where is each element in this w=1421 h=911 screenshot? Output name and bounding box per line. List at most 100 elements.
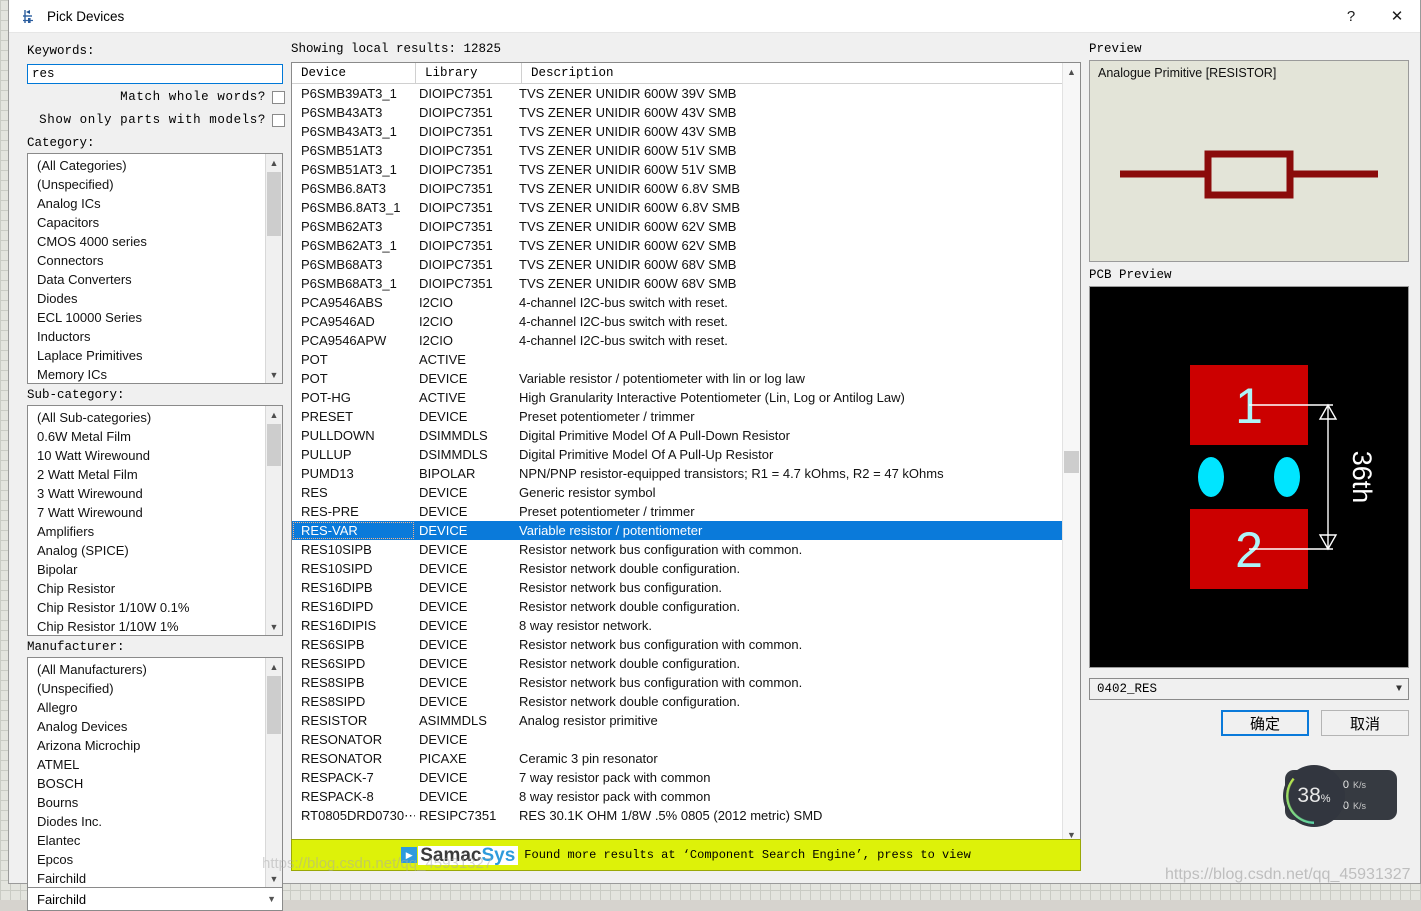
subcategory-list-item[interactable]: Bipolar xyxy=(28,560,266,579)
table-row[interactable]: RES16DIPIS DEVICE 8 way resistor network. xyxy=(292,616,1063,635)
table-row[interactable]: PUMD13 BIPOLAR NPN/PNP resistor-equipped t… xyxy=(292,464,1063,483)
subcategory-list-item[interactable]: Chip Resistor 1/10W 1% xyxy=(28,617,266,635)
table-row[interactable]: P6SMB62AT3_1 DIOIPC7351 TVS ZENER UNIDIR 6… xyxy=(292,236,1063,255)
subcategory-list-item[interactable]: Amplifiers xyxy=(28,522,266,541)
table-row[interactable]: P6SMB68AT3 DIOIPC7351 TVS ZENER UNIDIR 600… xyxy=(292,255,1063,274)
manufacturer-list-item[interactable]: (All Manufacturers) xyxy=(28,660,266,679)
manufacturer-list-item[interactable]: BOSCH xyxy=(28,774,266,793)
show-only-with-models-row[interactable]: Show only parts with models? xyxy=(21,113,285,127)
table-row[interactable]: RESONATOR PICAXE Ceramic 3 pin resonator xyxy=(292,749,1063,768)
category-list-item[interactable]: ECL 10000 Series xyxy=(28,308,266,327)
manufacturer-overflow-row[interactable]: Fairchild ▼ xyxy=(27,887,283,911)
chevron-down-icon[interactable]: ▼ xyxy=(266,618,282,635)
close-icon[interactable]: ✕ xyxy=(1374,0,1420,32)
table-row[interactable]: RES16DIPD DEVICE Resistor network double c… xyxy=(292,597,1063,616)
table-row[interactable]: RES-PRE DEVICE Preset potentiometer / trim… xyxy=(292,502,1063,521)
table-row[interactable]: POT DEVICE Variable resistor / potentiomet… xyxy=(292,369,1063,388)
table-row[interactable]: P6SMB39AT3_1 DIOIPC7351 TVS ZENER UNIDIR 6… xyxy=(292,84,1063,103)
subcategory-list-item[interactable]: 10 Watt Wirewound xyxy=(28,446,266,465)
subcategory-list-item[interactable]: 2 Watt Metal Film xyxy=(28,465,266,484)
table-row[interactable]: RES8SIPB DEVICE Resistor network bus confi… xyxy=(292,673,1063,692)
subcategory-list-item[interactable]: 7 Watt Wirewound xyxy=(28,503,266,522)
manufacturer-list-item[interactable]: ATMEL xyxy=(28,755,266,774)
chevron-up-icon[interactable]: ▲ xyxy=(266,406,282,423)
results-table[interactable]: Device Library Description P6SMB39AT3_1 D… xyxy=(291,62,1081,862)
manufacturer-list-item[interactable]: Diodes Inc. xyxy=(28,812,266,831)
category-list-item[interactable]: Memory ICs xyxy=(28,365,266,383)
table-row[interactable]: PCA9546ABS I2CIO 4-channel I2C-bus switch … xyxy=(292,293,1063,312)
category-list-item[interactable]: Data Converters xyxy=(28,270,266,289)
results-vertical-scrollbar[interactable]: ▲ ▼ xyxy=(1062,63,1080,843)
category-list-item[interactable]: Inductors xyxy=(28,327,266,346)
scrollbar-thumb[interactable] xyxy=(267,676,281,734)
table-row[interactable]: PULLDOWN DSIMMDLS Digital Primitive Model … xyxy=(292,426,1063,445)
scrollbar-thumb[interactable] xyxy=(267,424,281,466)
subcategory-list[interactable]: (All Sub-categories) 0.6W Metal Film 10 Wa… xyxy=(27,405,283,636)
subcategory-list-item[interactable]: Chip Resistor xyxy=(28,579,266,598)
manufacturer-list-item[interactable]: Elantec xyxy=(28,831,266,850)
table-row[interactable]: PULLUP DSIMMDLS Digital Primitive Model Of… xyxy=(292,445,1063,464)
table-row[interactable]: PRESET DEVICE Preset potentiometer / trimm… xyxy=(292,407,1063,426)
table-row[interactable]: P6SMB6.8AT3_1 DIOIPC7351 TVS ZENER UNIDIR … xyxy=(292,198,1063,217)
package-select[interactable]: 0402_RES ▼ xyxy=(1089,678,1409,700)
table-row[interactable]: PCA9546APW I2CIO 4-channel I2C-bus switch … xyxy=(292,331,1063,350)
table-row[interactable]: RES-VAR DEVICE Variable resistor / potenti… xyxy=(292,521,1063,540)
manufacturer-list-item[interactable]: Allegro xyxy=(28,698,266,717)
table-row[interactable]: RES6SIPD DEVICE Resistor network double co… xyxy=(292,654,1063,673)
manufacturer-list-item[interactable]: Epcos xyxy=(28,850,266,869)
table-row[interactable]: RES16DIPB DEVICE Resistor network bus conf… xyxy=(292,578,1063,597)
help-button[interactable]: ? xyxy=(1328,0,1374,32)
category-list-item[interactable]: Laplace Primitives xyxy=(28,346,266,365)
chevron-up-icon[interactable]: ▲ xyxy=(266,658,282,675)
match-whole-words-checkbox[interactable] xyxy=(272,90,285,104)
table-row[interactable]: P6SMB62AT3 DIOIPC7351 TVS ZENER UNIDIR 600… xyxy=(292,217,1063,236)
table-row[interactable]: RES8SIPD DEVICE Resistor network double co… xyxy=(292,692,1063,711)
table-row[interactable]: RES10SIPB DEVICE Resistor network bus conf… xyxy=(292,540,1063,559)
manufacturer-list-item[interactable]: (Unspecified) xyxy=(28,679,266,698)
table-row[interactable]: P6SMB6.8AT3 DIOIPC7351 TVS ZENER UNIDIR 60… xyxy=(292,179,1063,198)
subcategory-list-item[interactable]: Chip Resistor 1/10W 0.1% xyxy=(28,598,266,617)
column-header-description[interactable]: Description xyxy=(521,63,1063,83)
manufacturer-list-item[interactable]: Fairchild xyxy=(28,869,266,887)
scrollbar-thumb[interactable] xyxy=(267,172,281,236)
subcategory-list-item[interactable]: 0.6W Metal Film xyxy=(28,427,266,446)
chevron-down-icon[interactable]: ▼ xyxy=(266,870,282,887)
manufacturer-list[interactable]: (All Manufacturers) (Unspecified) Allegro A… xyxy=(27,657,283,888)
chevron-up-icon[interactable]: ▲ xyxy=(1063,63,1080,80)
category-list-item[interactable]: Connectors xyxy=(28,251,266,270)
show-only-with-models-checkbox[interactable] xyxy=(272,113,285,127)
table-row[interactable]: RESISTOR ASIMMDLS Analog resistor primitiv… xyxy=(292,711,1063,730)
subcategory-list-item[interactable]: 3 Watt Wirewound xyxy=(28,484,266,503)
match-whole-words-row[interactable]: Match whole words? xyxy=(21,90,285,104)
table-row[interactable]: RES10SIPD DEVICE Resistor network double c… xyxy=(292,559,1063,578)
category-list-item[interactable]: Analog ICs xyxy=(28,194,266,213)
subcategory-list-item[interactable]: (All Sub-categories) xyxy=(28,408,266,427)
table-row[interactable]: RES DEVICE Generic resistor symbol xyxy=(292,483,1063,502)
cancel-button[interactable]: 取消 xyxy=(1321,710,1409,736)
chevron-down-icon[interactable]: ▼ xyxy=(266,366,282,383)
column-header-library[interactable]: Library xyxy=(415,63,521,83)
manufacturer-list-item[interactable]: Bourns xyxy=(28,793,266,812)
manufacturer-list-item[interactable]: Analog Devices xyxy=(28,717,266,736)
category-list-item[interactable]: (Unspecified) xyxy=(28,175,266,194)
chevron-up-icon[interactable]: ▲ xyxy=(266,154,282,171)
table-row[interactable]: P6SMB51AT3 DIOIPC7351 TVS ZENER UNIDIR 600… xyxy=(292,141,1063,160)
cpu-usage-donut[interactable]: 38% xyxy=(1283,765,1345,827)
table-row[interactable]: RT0805DRD0730⋯ RESIPC7351 RES 30.1K OHM 1/… xyxy=(292,806,1063,825)
table-row[interactable]: RESONATOR DEVICE xyxy=(292,730,1063,749)
manufacturer-list-item[interactable]: Arizona Microchip xyxy=(28,736,266,755)
table-row[interactable]: POT ACTIVE xyxy=(292,350,1063,369)
table-row[interactable]: RESPACK-8 DEVICE 8 way resistor pack with … xyxy=(292,787,1063,806)
category-list-item[interactable]: CMOS 4000 series xyxy=(28,232,266,251)
chevron-down-icon[interactable]: ▼ xyxy=(1396,684,1402,695)
subcategory-scrollbar[interactable]: ▲ ▼ xyxy=(265,406,282,635)
table-row[interactable]: POT-HG ACTIVE High Granularity Interactive… xyxy=(292,388,1063,407)
table-row[interactable]: P6SMB43AT3_1 DIOIPC7351 TVS ZENER UNIDIR 6… xyxy=(292,122,1063,141)
table-row[interactable]: P6SMB51AT3_1 DIOIPC7351 TVS ZENER UNIDIR 6… xyxy=(292,160,1063,179)
category-list[interactable]: (All Categories) (Unspecified) Analog ICs C… xyxy=(27,153,283,384)
table-row[interactable]: P6SMB68AT3_1 DIOIPC7351 TVS ZENER UNIDIR 6… xyxy=(292,274,1063,293)
manufacturer-scrollbar[interactable]: ▲ ▼ xyxy=(265,658,282,887)
category-scrollbar[interactable]: ▲ ▼ xyxy=(265,154,282,383)
ok-button[interactable]: 确定 xyxy=(1221,710,1309,736)
subcategory-list-item[interactable]: Analog (SPICE) xyxy=(28,541,266,560)
